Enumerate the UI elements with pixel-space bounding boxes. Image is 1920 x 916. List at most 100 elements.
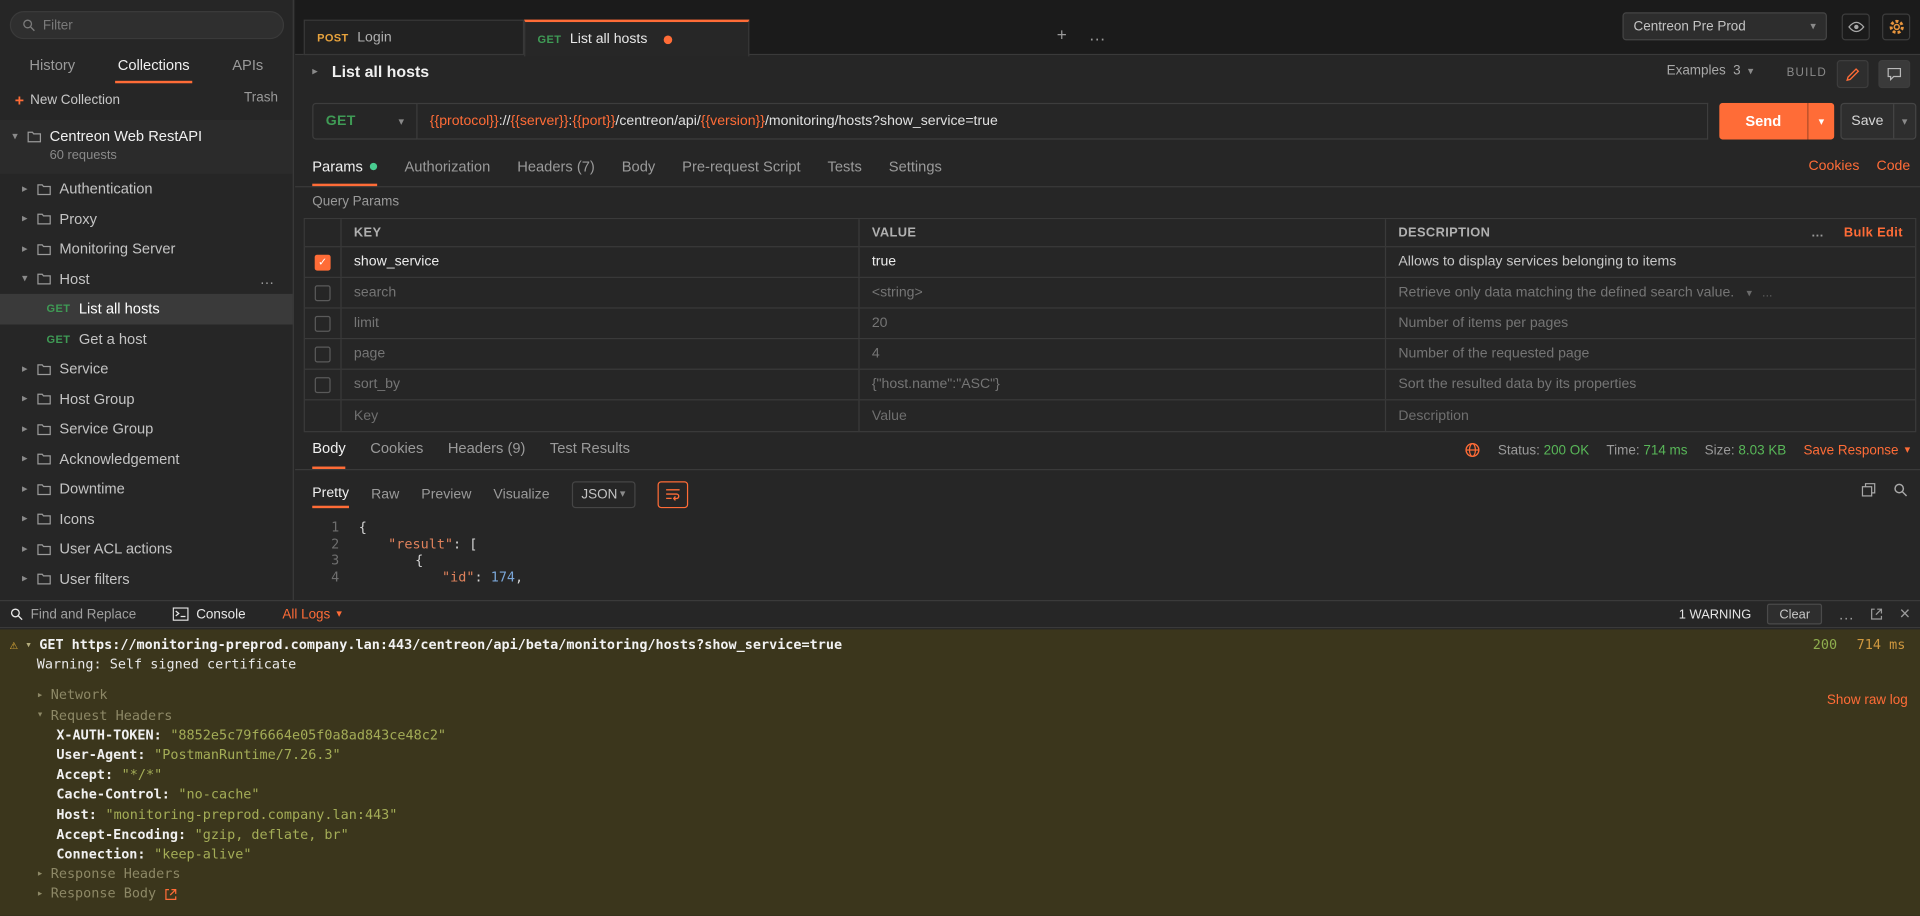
tab-authorization[interactable]: Authorization [405, 157, 491, 186]
log-header-line: Cache-Control:"no-cache" [10, 785, 1910, 805]
log-entry-header[interactable]: ⚠ ▾ GET https://monitoring-preprod.compa… [10, 636, 1910, 656]
param-checkbox[interactable]: ✓ [315, 315, 331, 331]
sidebar-folder-user-acl-actions[interactable]: ▸ User ACL actions [0, 534, 293, 564]
chevron-right-icon: ▸ [22, 213, 28, 224]
format-selector[interactable]: JSON ▾ [572, 481, 636, 508]
request-tab-login[interactable]: POST Login [304, 20, 524, 56]
new-tab-button[interactable]: + [1057, 24, 1067, 44]
console-tab[interactable]: Console [173, 607, 246, 622]
log-network-toggle[interactable]: ▸ Network [10, 686, 1910, 706]
param-checkbox[interactable]: ✓ [315, 285, 331, 301]
sidebar-folder-icons[interactable]: ▸ Icons [0, 504, 293, 534]
find-and-replace-button[interactable]: Find and Replace [10, 607, 136, 622]
wrap-lines-button[interactable] [657, 481, 688, 508]
method-selector[interactable]: GET ▾ [312, 103, 417, 140]
search-icon[interactable] [1893, 482, 1908, 497]
sidebar-folder-downtime[interactable]: ▸ Downtime [0, 474, 293, 504]
send-button[interactable]: Send [1719, 103, 1807, 140]
settings-button[interactable] [1882, 13, 1910, 40]
comments-button[interactable] [1878, 60, 1910, 88]
chevron-right-icon[interactable]: ▸ [312, 66, 318, 77]
param-row[interactable]: ✓ limit 20 Number of items per pages [305, 309, 1915, 340]
tab-settings[interactable]: Settings [889, 157, 942, 186]
open-in-new-window-icon[interactable] [1870, 607, 1883, 620]
bulk-edit-link[interactable]: Bulk Edit [1844, 225, 1903, 240]
save-response-button[interactable]: Save Response ▾ [1803, 443, 1910, 458]
sidebar-folder-authentication[interactable]: ▸ Authentication [0, 174, 293, 204]
view-pretty[interactable]: Pretty [312, 481, 349, 508]
table-options-icon[interactable]: … [1811, 225, 1824, 240]
view-raw[interactable]: Raw [371, 482, 399, 506]
chevron-down-icon[interactable]: ▾ [1746, 286, 1752, 299]
sidebar-request-list-all-hosts[interactable]: GET List all hosts [0, 294, 293, 324]
param-row[interactable]: ✓ search <string> Retrieve only data mat… [305, 278, 1915, 309]
view-visualize[interactable]: Visualize [493, 482, 549, 506]
log-header-line: Accept:"*/*" [10, 766, 1910, 786]
sidebar-folder-proxy[interactable]: ▸ Proxy [0, 204, 293, 234]
tab-tests[interactable]: Tests [828, 157, 862, 186]
tab-response-cookies[interactable]: Cookies [370, 438, 423, 469]
tab-apis[interactable]: APIs [230, 51, 266, 83]
chevron-down-icon: ▾ [1819, 116, 1825, 127]
sidebar-folder-host-group[interactable]: ▸ Host Group [0, 384, 293, 414]
external-link-icon[interactable] [163, 888, 176, 901]
param-checkbox[interactable]: ✓ [315, 377, 331, 393]
tab-collections[interactable]: Collections [115, 51, 192, 83]
copy-icon[interactable] [1861, 482, 1876, 497]
url-input[interactable]: {{protocol}}://{{server}}:{{port}}/centr… [418, 103, 1709, 140]
log-response-body-toggle[interactable]: ▸ Response Body [10, 885, 1910, 905]
folder-icon [36, 212, 51, 225]
log-response-headers-toggle[interactable]: ▸ Response Headers [10, 865, 1910, 885]
response-body-viewer[interactable]: 1{ 2"result": [ 3{ 4"id": 174, [295, 514, 1920, 600]
tab-test-results[interactable]: Test Results [550, 438, 630, 469]
cookies-link[interactable]: Cookies [1809, 159, 1860, 174]
log-filter-dropdown[interactable]: All Logs ▾ [282, 607, 342, 622]
tab-response-headers[interactable]: Headers (9) [448, 438, 526, 469]
sidebar-folder-user-filters[interactable]: ▸ User filters [0, 564, 293, 594]
row-options-icon[interactable]: … [1762, 287, 1773, 299]
tab-pre-request-script[interactable]: Pre-request Script [682, 157, 800, 186]
filter-input[interactable] [43, 18, 251, 33]
new-collection-button[interactable]: + New Collection [15, 91, 120, 109]
folder-options-icon[interactable]: … [260, 270, 276, 287]
close-icon[interactable]: × [1899, 605, 1910, 623]
edit-request-button[interactable] [1837, 60, 1869, 88]
console-options-icon[interactable]: … [1838, 606, 1854, 622]
tab-body[interactable]: Body [622, 157, 656, 186]
tab-response-body[interactable]: Body [312, 438, 346, 469]
chevron-down-icon: ▾ [22, 273, 28, 284]
code-link[interactable]: Code [1877, 159, 1911, 174]
sidebar-request-get-a-host[interactable]: GET Get a host [0, 324, 293, 354]
tab-params[interactable]: Params [312, 157, 377, 186]
sidebar-folder-acknowledgement[interactable]: ▸ Acknowledgement [0, 444, 293, 474]
environment-quick-look-button[interactable] [1842, 13, 1870, 40]
collection-root[interactable]: ▾ Centreon Web RestAPI 60 requests [0, 120, 293, 174]
send-options-button[interactable]: ▾ [1807, 103, 1834, 140]
param-row[interactable]: ✓ page 4 Number of the requested page [305, 339, 1915, 370]
param-checkbox[interactable]: ✓ [315, 254, 331, 270]
sidebar-folder-service-group[interactable]: ▸ Service Group [0, 414, 293, 444]
param-row[interactable]: ✓ sort_by {"host.name":"ASC"} Sort the r… [305, 370, 1915, 401]
environment-selector[interactable]: Centreon Pre Prod ▾ [1622, 12, 1826, 40]
tab-headers[interactable]: Headers (7) [517, 157, 595, 186]
param-row[interactable]: ✓ show_service true Allows to display se… [305, 247, 1915, 278]
tab-history[interactable]: History [27, 51, 78, 83]
sidebar-folder-monitoring-server[interactable]: ▸ Monitoring Server [0, 234, 293, 264]
show-raw-log-link[interactable]: Show raw log [1827, 691, 1908, 711]
log-request-headers-toggle[interactable]: ▾ Request Headers [10, 706, 1910, 726]
save-button[interactable]: Save [1842, 104, 1893, 138]
folder-icon [36, 392, 51, 405]
filter-box[interactable] [10, 11, 284, 39]
sidebar-folder-service[interactable]: ▸ Service [0, 354, 293, 384]
clear-console-button[interactable]: Clear [1767, 604, 1822, 625]
sidebar-folder-host[interactable]: ▾ Host … [0, 264, 293, 294]
console-log[interactable]: ⚠ ▾ GET https://monitoring-preprod.compa… [0, 629, 1920, 916]
save-options-button[interactable]: ▾ [1893, 104, 1915, 138]
request-tab-list-all-hosts[interactable]: GET List all hosts [524, 20, 749, 57]
examples-dropdown[interactable]: Examples 3 ▾ [1667, 64, 1754, 79]
tab-options-button[interactable]: … [1089, 24, 1106, 44]
view-preview[interactable]: Preview [421, 482, 471, 506]
trash-button[interactable]: Trash [244, 91, 278, 109]
param-checkbox[interactable]: ✓ [315, 346, 331, 362]
param-row-placeholder[interactable]: ✓ Key Value Description [305, 400, 1915, 431]
